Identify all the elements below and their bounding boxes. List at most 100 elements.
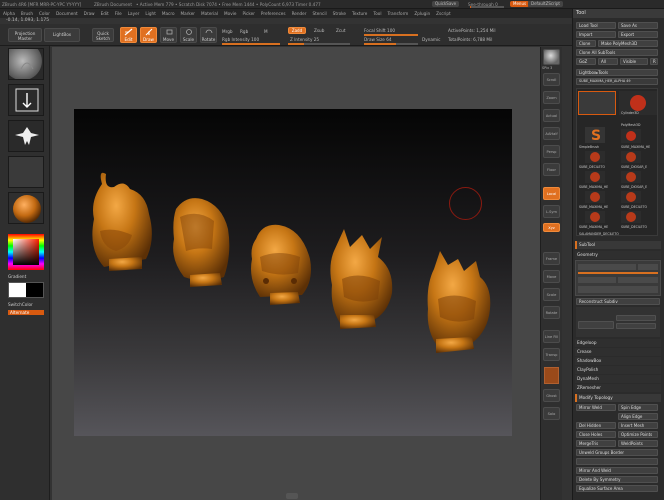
quicksave-button[interactable]: QuickSave <box>432 1 460 7</box>
lightbox-tools-button[interactable]: Lightbox▸Tools <box>576 69 658 76</box>
move-view-icon[interactable]: Move <box>543 270 560 283</box>
menu-macro[interactable]: Macro <box>159 9 178 16</box>
goz-button[interactable]: GoZ <box>576 58 596 65</box>
menu-color[interactable]: Color <box>36 9 53 16</box>
sculpt-head-1[interactable] <box>92 172 152 271</box>
color-swatches[interactable] <box>8 282 44 298</box>
scroll-icon[interactable]: Scroll <box>543 73 560 86</box>
transp-icon[interactable]: Transp <box>543 348 560 361</box>
lower-res-button[interactable] <box>578 264 636 270</box>
claypolish-section[interactable]: ClayPolish <box>575 366 661 374</box>
menu-zplugin[interactable]: Zplugin <box>411 9 433 16</box>
lightbox-button[interactable]: LightBox <box>44 28 80 42</box>
sculpt-head-3[interactable] <box>251 224 311 305</box>
menu-alpha[interactable]: Alpha <box>0 9 18 16</box>
zoom-icon[interactable]: Zoom <box>543 91 560 104</box>
brush-thumbnail[interactable] <box>8 48 44 80</box>
mirror-weld-button[interactable]: Mirror Weld <box>576 404 616 411</box>
xyz-icon[interactable]: Xyz <box>543 223 560 232</box>
alternate-button[interactable]: Alternate <box>8 310 44 315</box>
import-button[interactable]: Import <box>576 31 616 38</box>
current-tool-thumb[interactable] <box>578 91 616 115</box>
reconstruct-subdiv-button[interactable]: Reconstruct Subdiv <box>576 298 660 305</box>
current-tool-name[interactable]: SUBE_MAXIMA_HER_ALPHA 49 <box>576 78 658 85</box>
divide-button[interactable] <box>578 321 614 329</box>
menu-preferences[interactable]: Preferences <box>258 9 289 16</box>
rgb-toggle[interactable]: Rgb <box>240 29 248 34</box>
color-picker[interactable] <box>8 234 44 270</box>
clone-all-subtools-button[interactable]: Clone All SubTools <box>576 49 658 56</box>
menu-file[interactable]: File <box>112 9 125 16</box>
zsub-button[interactable]: Zsub <box>314 28 324 33</box>
sculpt-head-4[interactable] <box>330 229 393 329</box>
see-through-slider[interactable] <box>470 6 504 8</box>
floor-icon[interactable]: Floor <box>543 163 560 176</box>
scale-view-icon[interactable]: Scale <box>543 288 560 301</box>
material-thumbnail[interactable] <box>8 192 44 224</box>
switch-color-label[interactable]: SwitchColor <box>8 302 33 307</box>
zcut-button[interactable]: Zcut <box>336 28 345 33</box>
quick-sketch-button[interactable]: Quick Sketch <box>92 28 114 42</box>
document-canvas[interactable] <box>74 109 512 436</box>
subtool-thumb-2[interactable] <box>621 151 641 163</box>
solo-icon[interactable]: Solo <box>543 407 560 420</box>
menu-marker[interactable]: Marker <box>178 9 198 16</box>
material-swatch[interactable] <box>544 367 559 384</box>
spix-label[interactable]: SPix 3 <box>542 66 552 70</box>
weld-points-button[interactable]: WeldPoints <box>618 440 658 447</box>
stroke-thumbnail[interactable] <box>8 84 44 116</box>
menu-picker[interactable]: Picker <box>239 9 257 16</box>
modify-topology-section[interactable]: Modify Topology <box>575 394 661 402</box>
menu-material[interactable]: Material <box>198 9 221 16</box>
menu-movie[interactable]: Movie <box>221 9 239 16</box>
menu-draw[interactable]: Draw <box>81 9 98 16</box>
sculpt-head-5[interactable] <box>427 251 491 353</box>
alpha-thumbnail[interactable] <box>8 120 44 152</box>
menu-stencil[interactable]: Stencil <box>309 9 329 16</box>
save-as-button[interactable]: Save As <box>618 22 658 29</box>
delete-by-symmetry-button[interactable]: Delete By Symmetry <box>576 476 658 483</box>
zadd-button[interactable]: Zadd <box>288 27 306 34</box>
weld-dist-slider[interactable] <box>576 458 658 465</box>
default-zscript-button[interactable]: DefaultZScript <box>528 1 563 7</box>
make-polymesh-button[interactable]: Make PolyMesh3D <box>598 40 658 47</box>
texture-thumbnail[interactable] <box>8 156 44 188</box>
higher-res-button[interactable] <box>638 264 658 270</box>
subtool-thumb-5[interactable] <box>585 191 605 203</box>
menu-stroke[interactable]: Stroke <box>330 9 349 16</box>
menu-light[interactable]: Light <box>142 9 158 16</box>
spin-edge-button[interactable]: Spin Edge <box>618 404 658 411</box>
sculpt-head-2[interactable] <box>173 198 230 287</box>
m-toggle[interactable]: M <box>264 29 268 34</box>
edit-button[interactable]: Edit <box>120 27 137 43</box>
draw-button[interactable]: Draw <box>140 27 157 43</box>
aahalf-icon[interactable]: AAHalf <box>543 127 560 140</box>
projection-master-button[interactable]: Projection Master <box>8 28 42 42</box>
unweld-groups-border-button[interactable]: Unweld Groups Border <box>576 449 658 456</box>
all-button[interactable]: All <box>598 58 618 65</box>
geometry-section[interactable]: Geometry <box>575 251 661 259</box>
align-edge-button[interactable]: Align Edge <box>618 413 658 420</box>
mirror-and-weld-button[interactable]: Mirror And Weld <box>576 467 658 474</box>
z-intensity-slider[interactable] <box>288 43 350 45</box>
menu-brush[interactable]: Brush <box>18 9 36 16</box>
menus-button[interactable]: Menus <box>510 1 530 7</box>
freeze-subdivision-button[interactable] <box>578 286 658 293</box>
menu-document[interactable]: Document <box>53 9 81 16</box>
dynamic-toggle[interactable]: Dynamic <box>422 37 440 42</box>
menu-edit[interactable]: Edit <box>98 9 112 16</box>
tool-panel-header[interactable]: Tool <box>573 9 664 18</box>
local-icon[interactable]: Local <box>543 187 560 200</box>
simplebrush-thumb[interactable]: S <box>585 127 605 144</box>
actual-icon[interactable]: Actual <box>543 109 560 122</box>
focal-shift-slider[interactable] <box>364 34 418 36</box>
polyf-icon[interactable]: Line Fill PolyF <box>543 330 560 343</box>
merge-tris-button[interactable]: MergeTris <box>576 440 616 447</box>
subtool-thumb-1[interactable] <box>585 151 605 163</box>
menu-texture[interactable]: Texture <box>349 9 370 16</box>
smt-toggle[interactable] <box>616 315 656 321</box>
gradient-label[interactable]: Gradient <box>8 274 26 279</box>
export-button[interactable]: Export <box>618 31 658 38</box>
close-holes-button[interactable]: Close Holes <box>576 431 616 438</box>
subtool-thumb-3[interactable] <box>585 171 605 183</box>
